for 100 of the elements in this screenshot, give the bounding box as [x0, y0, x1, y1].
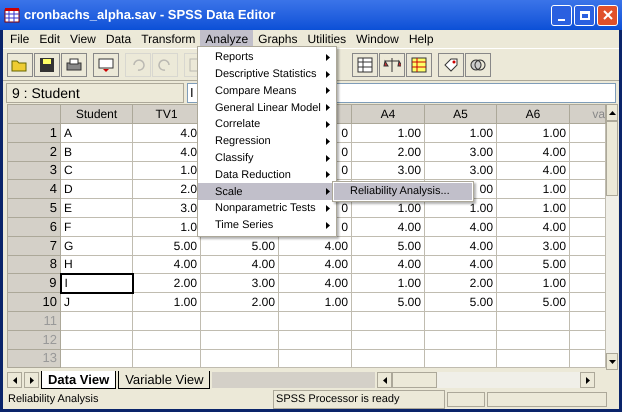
table-cell: 4.00 [352, 255, 424, 274]
menu-item[interactable]: Help [404, 30, 439, 48]
table-cell: 5.00 [352, 236, 424, 256]
menu-item[interactable]: Edit [34, 30, 66, 48]
submenu-arrow-icon [326, 138, 330, 145]
horizontal-scrollbar[interactable] [377, 372, 595, 388]
table-cell: 4.00 [278, 274, 352, 293]
table-cell [570, 180, 606, 199]
column-header[interactable]: A6 [496, 104, 570, 124]
table-icon[interactable] [406, 52, 432, 76]
sheet-tab[interactable]: Variable View [118, 371, 210, 389]
right-arrow-icon [30, 376, 34, 384]
row-header[interactable]: 2 [8, 142, 60, 162]
menu-option[interactable]: Compare Means [198, 82, 336, 100]
row-header[interactable]: 7 [8, 236, 60, 256]
table-cell: 1.00 [496, 124, 570, 142]
submenu-arrow-icon [326, 171, 330, 178]
table-cell: 4.00 [424, 217, 496, 236]
row-header[interactable]: 4 [8, 180, 60, 199]
close-button[interactable] [597, 4, 618, 26]
row-header[interactable]: 9 [8, 274, 60, 293]
submenu-arrow-icon [326, 222, 330, 229]
maximize-button[interactable] [574, 4, 595, 26]
table-cell [570, 349, 606, 368]
table-cell: 1.00 [496, 180, 570, 199]
menu-item[interactable]: Utilities [302, 30, 352, 48]
circles-icon[interactable] [465, 52, 491, 76]
table-cell: 5.00 [132, 236, 200, 256]
row-header[interactable]: 3 [8, 161, 60, 180]
menu-item[interactable]: View [65, 30, 101, 48]
column-header[interactable]: A5 [424, 104, 496, 124]
menu-option[interactable]: Descriptive Statistics [198, 66, 336, 83]
menu-item[interactable]: File [5, 30, 34, 48]
table-cell [570, 274, 606, 293]
table-cell: 1.00 [352, 274, 424, 293]
table-cell: 3.00 [424, 161, 496, 180]
table-cell: D [60, 180, 132, 199]
vertical-scrollbar[interactable] [606, 104, 618, 370]
table-cell: 1.00 [496, 198, 570, 218]
table-cell: 1.00 [424, 124, 496, 142]
table-cell: I [60, 274, 132, 293]
table-cell: 4.00 [496, 142, 570, 162]
menu-item[interactable]: Transform [136, 30, 200, 48]
table-cell: G [60, 236, 132, 256]
open-folder-icon[interactable] [7, 52, 33, 76]
print-icon[interactable] [61, 52, 87, 76]
corner-cell [8, 104, 60, 124]
down-arrow-icon [608, 360, 616, 364]
left-arrow-icon [12, 376, 16, 384]
column-header[interactable]: Student [60, 104, 132, 124]
close-icon [602, 10, 612, 20]
table-cell: 4.00 [200, 255, 278, 274]
table-cell: 5.00 [496, 255, 570, 274]
scale-icon[interactable] [379, 52, 405, 76]
table-cell [132, 349, 200, 368]
grid-icon[interactable] [352, 52, 378, 76]
submenu-arrow-icon [326, 87, 330, 94]
table-cell [424, 330, 496, 350]
table-cell: A [60, 124, 132, 142]
window-title: cronbachs_alpha.sav - SPSS Data Editor [24, 6, 276, 24]
table-cell: 1.00 [496, 274, 570, 293]
table-cell: 3.00 [424, 142, 496, 162]
column-header[interactable]: A4 [352, 104, 424, 124]
table-cell: 1.00 [132, 292, 200, 312]
submenu-arrow-icon [326, 54, 330, 61]
dialog-icon[interactable] [93, 52, 119, 76]
table-cell [570, 311, 606, 330]
table-cell [570, 142, 606, 162]
tab-left-button[interactable] [7, 372, 22, 388]
menu-option[interactable]: Reports [198, 49, 336, 66]
table-cell: 4.00 [278, 236, 352, 256]
table-cell [424, 311, 496, 330]
row-header[interactable]: 1 [8, 124, 60, 142]
row-header[interactable]: 10 [8, 292, 60, 312]
processor-status: SPSS Processor is ready [273, 390, 445, 409]
table-cell [570, 330, 606, 350]
table-cell [570, 292, 606, 312]
minimize-button[interactable] [551, 4, 572, 26]
table-cell [570, 198, 606, 218]
table-cell: 2.00 [352, 142, 424, 162]
table-cell: 4.00 [424, 255, 496, 274]
table-cell: 5.00 [352, 292, 424, 312]
status-message: Reliability Analysis [7, 392, 100, 408]
menu-option[interactable]: Reliability Analysis... [334, 183, 472, 200]
sheet-tab[interactable]: Data View [41, 371, 116, 389]
row-header[interactable]: 6 [8, 217, 60, 236]
table-cell [570, 255, 606, 274]
menu-item[interactable]: Data [100, 30, 136, 48]
table-cell: 5.00 [200, 236, 278, 256]
row-header[interactable]: 5 [8, 198, 60, 218]
left-arrow-icon [382, 376, 386, 384]
menu-item[interactable]: Window [351, 30, 404, 48]
save-icon[interactable] [34, 52, 60, 76]
table-cell: 2.00 [424, 274, 496, 293]
tag-icon[interactable] [438, 52, 464, 76]
tab-right-button[interactable] [24, 372, 39, 388]
menu-item[interactable]: Graphs [253, 30, 302, 48]
table-cell: 4.00 [496, 217, 570, 236]
table-cell: 4.00 [424, 236, 496, 256]
row-header[interactable]: 8 [8, 255, 60, 274]
